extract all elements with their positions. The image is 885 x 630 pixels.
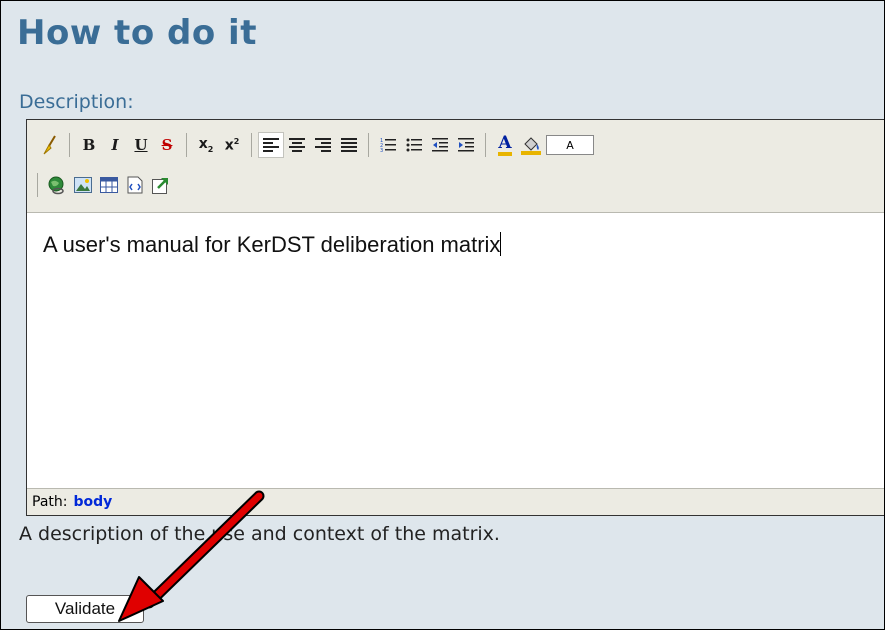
text-caret — [500, 232, 502, 256]
toolbar-separator — [485, 133, 486, 157]
path-label: Path: — [32, 494, 68, 510]
font-color-button[interactable]: A — [492, 132, 518, 158]
indent-button[interactable] — [453, 132, 479, 158]
rich-text-editor: B I U S x2 x2 1 2 3 A A A user's manual … — [26, 119, 884, 516]
style-select[interactable]: A — [546, 135, 594, 155]
toolbar-separator — [186, 133, 187, 157]
align-justify-button[interactable] — [336, 132, 362, 158]
toolbar-row-2 — [37, 170, 174, 200]
table-icon[interactable] — [96, 172, 122, 198]
editor-path-bar: Path: body — [27, 488, 884, 515]
outdent-button[interactable] — [427, 132, 453, 158]
cleanup-icon[interactable] — [37, 132, 63, 158]
editor-content-area[interactable]: A user's manual for KerDST deliberation … — [43, 232, 502, 258]
ordered-list-button[interactable]: 123 — [375, 132, 401, 158]
subscript-button[interactable]: x2 — [193, 132, 219, 158]
editor-toolbar: B I U S x2 x2 1 2 3 A A — [27, 120, 884, 213]
page-title: How to do it — [17, 13, 257, 53]
toolbar-separator — [368, 133, 369, 157]
editor-text: A user's manual for KerDST deliberation … — [43, 232, 501, 257]
link-icon[interactable] — [44, 172, 70, 198]
field-help-text: A description of the use and context of … — [19, 523, 500, 545]
unordered-list-button[interactable] — [401, 132, 427, 158]
align-center-button[interactable] — [284, 132, 310, 158]
fullscreen-icon[interactable] — [148, 172, 174, 198]
background-color-button[interactable] — [518, 132, 544, 158]
form-panel: How to do it Description: B I U S x2 x2 — [0, 0, 885, 630]
italic-button[interactable]: I — [102, 132, 128, 158]
svg-text:3: 3 — [380, 148, 383, 153]
image-icon[interactable] — [70, 172, 96, 198]
toolbar-separator — [251, 133, 252, 157]
validate-button[interactable]: Validate — [26, 595, 144, 623]
superscript-button[interactable]: x2 — [219, 132, 245, 158]
path-value-link[interactable]: body — [73, 494, 112, 510]
toolbar-row-1: B I U S x2 x2 1 2 3 A A — [37, 130, 594, 160]
underline-button[interactable]: U — [128, 132, 154, 158]
toolbar-separator — [69, 133, 70, 157]
description-label: Description: — [19, 91, 134, 113]
align-right-button[interactable] — [310, 132, 336, 158]
html-source-icon[interactable] — [122, 172, 148, 198]
bold-button[interactable]: B — [76, 132, 102, 158]
toolbar-separator — [37, 173, 38, 197]
strikethrough-button[interactable]: S — [154, 132, 180, 158]
align-left-button[interactable] — [258, 132, 284, 158]
